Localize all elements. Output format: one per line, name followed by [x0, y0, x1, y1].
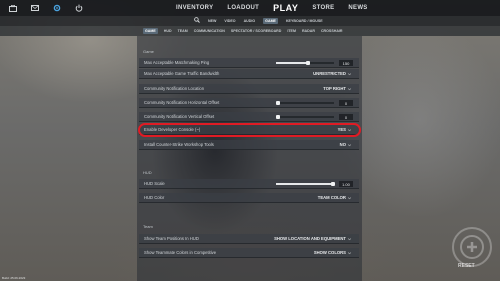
tab-radar[interactable]: RADAR: [302, 29, 315, 33]
chevron-down-icon: ⌵: [347, 142, 351, 147]
ping-slider[interactable]: [276, 61, 334, 65]
tab-hud[interactable]: HUD: [164, 29, 172, 33]
category-audio[interactable]: AUDIO: [244, 19, 256, 23]
setting-notification-v-offset[interactable]: Community Notification Vertical Offset 0: [139, 112, 359, 122]
settings-gear-icon[interactable]: [52, 3, 62, 13]
tab-game[interactable]: GAME: [143, 28, 158, 34]
slider-handle[interactable]: [276, 101, 280, 105]
tab-communication[interactable]: COMMUNICATION: [194, 29, 225, 33]
slider-handle[interactable]: [331, 182, 335, 186]
power-icon[interactable]: [74, 3, 84, 13]
main-nav: INVENTORY LOADOUT PLAY STORE NEWS: [176, 0, 368, 16]
teammate-colors-dropdown[interactable]: SHOW COLORS ⌵: [314, 250, 351, 255]
category-new[interactable]: NEW: [208, 19, 216, 23]
hud-scale-value-box[interactable]: 1.00: [339, 181, 353, 187]
h-offset-value-box[interactable]: 0: [339, 100, 353, 106]
top-bar-icons: [2, 3, 84, 13]
setting-label: HUD Color: [144, 195, 165, 200]
reset-button[interactable]: RESET: [458, 263, 475, 269]
chevron-down-icon: ⌵: [347, 86, 351, 91]
category-video[interactable]: VIDEO: [224, 19, 235, 23]
slider-handle[interactable]: [276, 115, 280, 119]
tab-crosshair[interactable]: CROSSHAIR: [321, 29, 343, 33]
chevron-down-icon: ⌵: [347, 236, 351, 241]
nav-inventory[interactable]: INVENTORY: [176, 5, 213, 11]
search-icon[interactable]: [194, 17, 200, 24]
settings-category-bar: NEW VIDEO AUDIO GAME KEYBOARD / MOUSE: [0, 16, 500, 26]
team-positions-dropdown[interactable]: SHOW LOCATION AND EQUIPMENT ⌵: [274, 236, 351, 241]
setting-notification-location[interactable]: Community Notification Location TOP RIGH…: [139, 84, 359, 94]
nav-play[interactable]: PLAY: [273, 3, 298, 13]
settings-categories: NEW VIDEO AUDIO GAME KEYBOARD / MOUSE: [208, 18, 323, 24]
chevron-down-icon: ⌵: [347, 71, 351, 76]
setting-label: Max Acceptable Matchmaking Ping: [144, 60, 210, 65]
section-title-game: Game: [143, 49, 154, 54]
chevron-down-icon: ⌵: [347, 195, 351, 200]
highlight-annotation: [138, 123, 361, 137]
watermark-logo-icon: [452, 227, 492, 267]
setting-label: Install Counter-Strike Workshop Tools: [144, 142, 214, 147]
mail-icon[interactable]: [30, 3, 40, 13]
top-bar: INVENTORY LOADOUT PLAY STORE NEWS: [0, 0, 500, 16]
slider-fill: [276, 62, 308, 64]
game-tabs-bar: GAME HUD TEAM COMMUNICATION SPECTATOR / …: [0, 26, 500, 36]
setting-label: HUD Scale: [144, 181, 165, 186]
h-offset-slider[interactable]: [276, 101, 334, 105]
setting-bandwidth[interactable]: Max Acceptable Game Traffic Bandwidth UN…: [139, 69, 359, 79]
nav-news[interactable]: NEWS: [348, 5, 367, 11]
setting-hud-scale[interactable]: HUD Scale 1.00: [139, 179, 359, 189]
setting-max-ping[interactable]: Max Acceptable Matchmaking Ping 150: [139, 58, 359, 68]
setting-label: Community Notification Vertical Offset: [144, 114, 215, 119]
setting-notification-h-offset[interactable]: Community Notification Horizontal Offset…: [139, 98, 359, 108]
tab-team[interactable]: TEAM: [178, 29, 188, 33]
setting-label: Max Acceptable Game Traffic Bandwidth: [144, 71, 220, 76]
workshop-tools-dropdown[interactable]: NO ⌵: [340, 142, 351, 147]
setting-workshop-tools[interactable]: Install Counter-Strike Workshop Tools NO…: [139, 140, 359, 150]
setting-teammate-colors[interactable]: Show Teammate Colors in Competitive SHOW…: [139, 248, 359, 258]
category-keyboard-mouse[interactable]: KEYBOARD / MOUSE: [286, 19, 323, 23]
category-game[interactable]: GAME: [263, 18, 278, 24]
nav-store[interactable]: STORE: [312, 5, 334, 11]
build-label: Build: 25.06.2023: [2, 276, 26, 280]
setting-label: Show Teammate Colors in Competitive: [144, 250, 217, 255]
slider-handle[interactable]: [306, 61, 310, 65]
hud-scale-slider[interactable]: [276, 182, 335, 186]
setting-hud-color[interactable]: HUD Color TEAM COLOR ⌵: [139, 193, 359, 203]
hud-color-dropdown[interactable]: TEAM COLOR ⌵: [318, 195, 351, 200]
tab-item[interactable]: ITEM: [287, 29, 296, 33]
slider-fill: [276, 183, 334, 185]
setting-label: Community Notification Horizontal Offset: [144, 100, 220, 105]
inventory-case-icon[interactable]: [8, 3, 18, 13]
ping-value-box[interactable]: 150: [339, 60, 353, 66]
game-tabs: GAME HUD TEAM COMMUNICATION SPECTATOR / …: [143, 28, 343, 34]
tab-spectator-scoreboard[interactable]: SPECTATOR / SCOREBOARD: [231, 29, 282, 33]
v-offset-value-box[interactable]: 0: [339, 114, 353, 120]
notification-location-dropdown[interactable]: TOP RIGHT ⌵: [323, 86, 351, 91]
setting-label: Community Notification Location: [144, 86, 205, 91]
setting-team-positions[interactable]: Show Team Positions In HUD SHOW LOCATION…: [139, 234, 359, 244]
nav-loadout[interactable]: LOADOUT: [227, 5, 259, 11]
setting-label: Show Team Positions In HUD: [144, 236, 199, 241]
bandwidth-dropdown[interactable]: UNRESTRICTED ⌵: [313, 71, 351, 76]
section-title-team: Team: [143, 224, 153, 229]
v-offset-slider[interactable]: [276, 115, 334, 119]
section-title-hud: HUD: [143, 170, 152, 175]
chevron-down-icon: ⌵: [347, 250, 351, 255]
